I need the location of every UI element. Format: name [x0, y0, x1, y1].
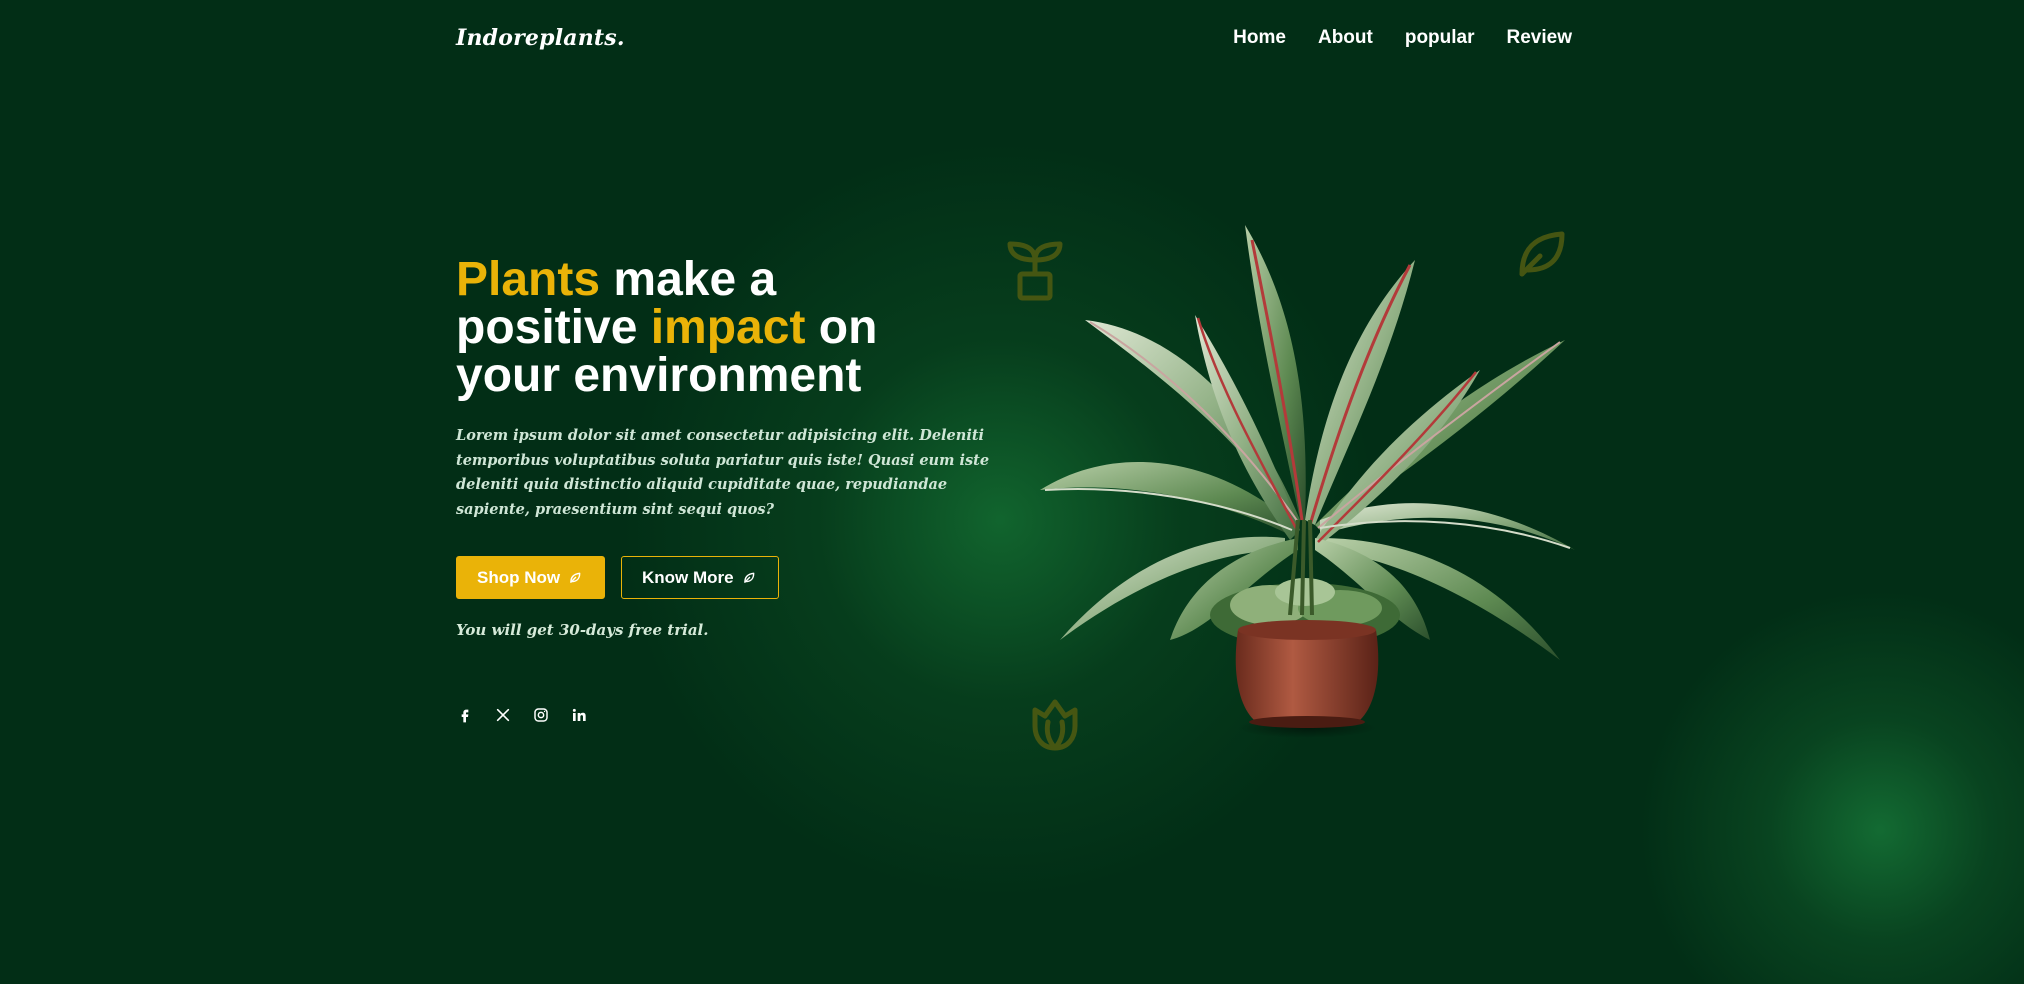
trial-note: You will get 30-days free trial.	[456, 621, 709, 639]
linkedin-link[interactable]	[570, 706, 588, 724]
nav-links: Home About popular Review	[1233, 27, 1572, 49]
hero-description: Lorem ipsum dolor sit amet consectetur a…	[456, 427, 990, 518]
nav-link-home[interactable]: Home	[1233, 27, 1286, 49]
shop-now-label: Shop Now	[477, 567, 561, 587]
social-links	[456, 706, 588, 724]
facebook-link[interactable]	[456, 706, 474, 724]
leaf-icon	[743, 572, 754, 583]
leaf-icon	[570, 572, 581, 583]
instagram-link[interactable]	[532, 706, 550, 724]
facebook-icon	[461, 709, 469, 723]
hero-title-highlight-impact: impact	[650, 301, 806, 354]
nav-link-popular[interactable]: popular	[1405, 27, 1475, 49]
hero-buttons: Shop Now Know More	[456, 556, 779, 599]
hero-page: Indoreplants. Home About popular Review …	[0, 0, 2024, 984]
know-more-label: Know More	[642, 567, 734, 587]
hero-title-text: your environment	[456, 349, 862, 402]
hero-title-text: make a	[600, 253, 777, 306]
hero-title: Plants make a positive impact on your en…	[456, 256, 1016, 400]
brand-logo[interactable]: Indoreplants.	[456, 25, 625, 51]
instagram-icon	[534, 708, 548, 722]
potted-plant-image	[1040, 225, 1575, 738]
x-link[interactable]	[494, 706, 512, 724]
know-more-button[interactable]: Know More	[621, 556, 779, 599]
linkedin-icon	[572, 708, 586, 721]
navbar: Indoreplants. Home About popular Review	[456, 18, 1572, 58]
hero-title-text: positive	[456, 301, 651, 354]
hero-title-text: on	[805, 301, 878, 354]
hero-title-highlight-plants: Plants	[456, 253, 601, 306]
nav-link-about[interactable]: About	[1318, 27, 1373, 49]
x-icon	[496, 708, 510, 722]
nav-link-review[interactable]: Review	[1507, 27, 1572, 49]
shop-now-button[interactable]: Shop Now	[456, 556, 605, 599]
